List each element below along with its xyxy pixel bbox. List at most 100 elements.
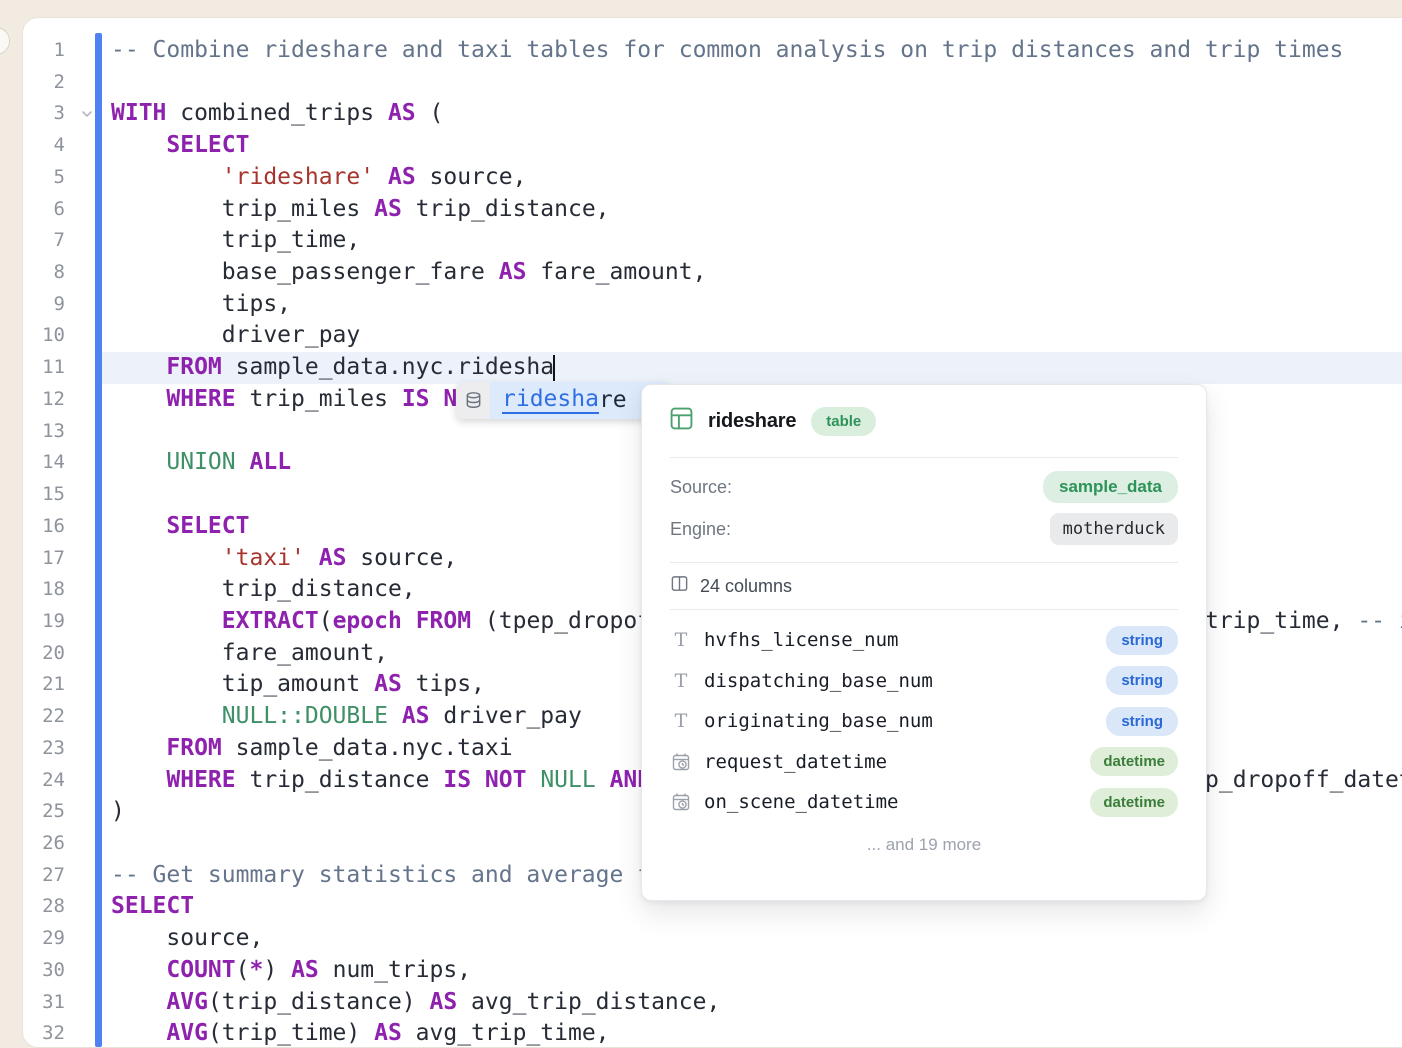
table-icon: [670, 407, 693, 435]
line-number: 9: [23, 289, 65, 321]
datetime-type-icon: [671, 752, 691, 772]
line-number: 22: [23, 701, 65, 733]
meta-label: Engine:: [670, 519, 731, 540]
line-number: 18: [23, 574, 65, 606]
line-number: 10: [23, 320, 65, 352]
code-line[interactable]: 'rideshare' AS source,: [111, 162, 526, 194]
text-type-icon: T: [675, 670, 688, 692]
text-cursor: [553, 355, 555, 381]
column-row: Thvfhs_license_numstring: [670, 620, 1178, 661]
table-type-badge: table: [811, 407, 876, 436]
meta-label: Source:: [670, 477, 732, 498]
code-line[interactable]: driver_pay: [111, 320, 360, 352]
line-number: 2: [23, 67, 65, 99]
code-line[interactable]: source,: [111, 923, 263, 955]
line-number: 27: [23, 860, 65, 892]
code-line[interactable]: AVG(trip_time) AS avg_trip_time,: [111, 1018, 610, 1048]
line-number: 11: [23, 352, 65, 384]
line-number: 14: [23, 447, 65, 479]
text-type-icon: T: [675, 629, 688, 651]
line-number: 1: [23, 35, 65, 67]
left-edge-circle: [0, 27, 10, 55]
autocomplete-popup: rideshare: [456, 382, 670, 419]
gutter-accent-bar: [95, 33, 102, 1047]
code-line[interactable]: base_passenger_fare AS fare_amount,: [111, 257, 706, 289]
line-number: 32: [23, 1018, 65, 1048]
column-type-badge: string: [1106, 707, 1178, 736]
meta-row: Source: sample_data: [670, 466, 1178, 508]
columns-count-label: 24 columns: [700, 576, 792, 597]
line-number: 26: [23, 828, 65, 860]
line-number: 28: [23, 891, 65, 923]
line-number: 3: [23, 98, 65, 130]
column-type-badge: string: [1106, 666, 1178, 695]
line-number: 29: [23, 923, 65, 955]
code-line[interactable]: trip_miles AS trip_distance,: [111, 194, 610, 226]
autocomplete-rest-text: re: [599, 389, 627, 412]
column-type-badge: string: [1106, 626, 1178, 655]
code-line[interactable]: trip_distance,: [111, 574, 416, 606]
columns-count-row: 24 columns: [642, 563, 1206, 609]
line-number: 23: [23, 733, 65, 765]
line-number: 25: [23, 796, 65, 828]
line-number: 31: [23, 987, 65, 1019]
code-line[interactable]: -- Combine rideshare and taxi tables for…: [111, 35, 1343, 67]
meta-value-badge: sample_data: [1043, 471, 1178, 503]
code-line[interactable]: SELECT: [111, 130, 249, 162]
table-info-card: rideshare table Source: sample_data Engine…: [641, 384, 1207, 901]
column-type-badge: datetime: [1090, 788, 1178, 817]
code-line[interactable]: fare_amount,: [111, 638, 388, 670]
line-number: 15: [23, 479, 65, 511]
autocomplete-match-text: ridesha: [502, 388, 599, 414]
database-icon: [456, 382, 490, 419]
table-meta-section: Source: sample_data Engine: motherduck: [642, 458, 1206, 562]
column-row: Toriginating_base_numstring: [670, 701, 1178, 742]
code-line[interactable]: ): [111, 796, 125, 828]
code-line[interactable]: NULL::DOUBLE AS driver_pay: [111, 701, 582, 733]
line-number: 4: [23, 130, 65, 162]
code-line[interactable]: WITH combined_trips AS (: [111, 98, 443, 130]
column-name: dispatching_base_num: [704, 670, 1106, 692]
card-header: rideshare table: [642, 385, 1206, 457]
line-number: 17: [23, 543, 65, 575]
line-number: 19: [23, 606, 65, 638]
code-line[interactable]: trip_time,: [111, 225, 360, 257]
line-number: 20: [23, 638, 65, 670]
line-number: 24: [23, 765, 65, 797]
code-line[interactable]: FROM sample_data.nyc.ridesha: [111, 352, 554, 384]
line-number: 21: [23, 669, 65, 701]
more-columns-text: ... and 19 more: [642, 823, 1206, 867]
code-line[interactable]: UNION ALL: [111, 447, 291, 479]
line-number: 12: [23, 384, 65, 416]
code-line[interactable]: tip_amount AS tips,: [111, 669, 485, 701]
sql-editor[interactable]: 1234567891011121314151617181920212223242…: [22, 17, 1402, 1048]
meta-row: Engine: motherduck: [670, 508, 1178, 550]
code-line[interactable]: FROM sample_data.nyc.taxi: [111, 733, 513, 765]
column-type-badge: datetime: [1090, 747, 1178, 776]
columns-icon: [670, 574, 689, 598]
line-number: 7: [23, 225, 65, 257]
column-name: request_datetime: [704, 751, 1090, 773]
column-list: Thvfhs_license_numstringTdispatching_bas…: [642, 610, 1206, 823]
column-row: on_scene_datetimedatetime: [670, 782, 1178, 823]
column-name: on_scene_datetime: [704, 791, 1090, 813]
code-line[interactable]: COUNT(*) AS num_trips,: [111, 955, 471, 987]
line-number: 5: [23, 162, 65, 194]
table-name: rideshare: [708, 410, 796, 433]
code-line[interactable]: tips,: [111, 289, 291, 321]
line-number: 16: [23, 511, 65, 543]
fold-chevron-icon[interactable]: [79, 106, 95, 122]
code-line[interactable]: SELECT: [111, 891, 194, 923]
line-number: 30: [23, 955, 65, 987]
column-row: request_datetimedatetime: [670, 742, 1178, 783]
line-number: 8: [23, 257, 65, 289]
line-number: 6: [23, 194, 65, 226]
line-number: 13: [23, 416, 65, 448]
app-background: { "colors":{ "page_background":"#f1ebe1"…: [0, 0, 1402, 1024]
code-line[interactable]: AVG(trip_distance) AS avg_trip_distance,: [111, 987, 720, 1019]
datetime-type-icon: [671, 792, 691, 812]
code-line[interactable]: 'taxi' AS source,: [111, 543, 457, 575]
column-name: hvfhs_license_num: [704, 629, 1106, 651]
code-line[interactable]: SELECT: [111, 511, 249, 543]
meta-value-badge: motherduck: [1050, 513, 1178, 545]
